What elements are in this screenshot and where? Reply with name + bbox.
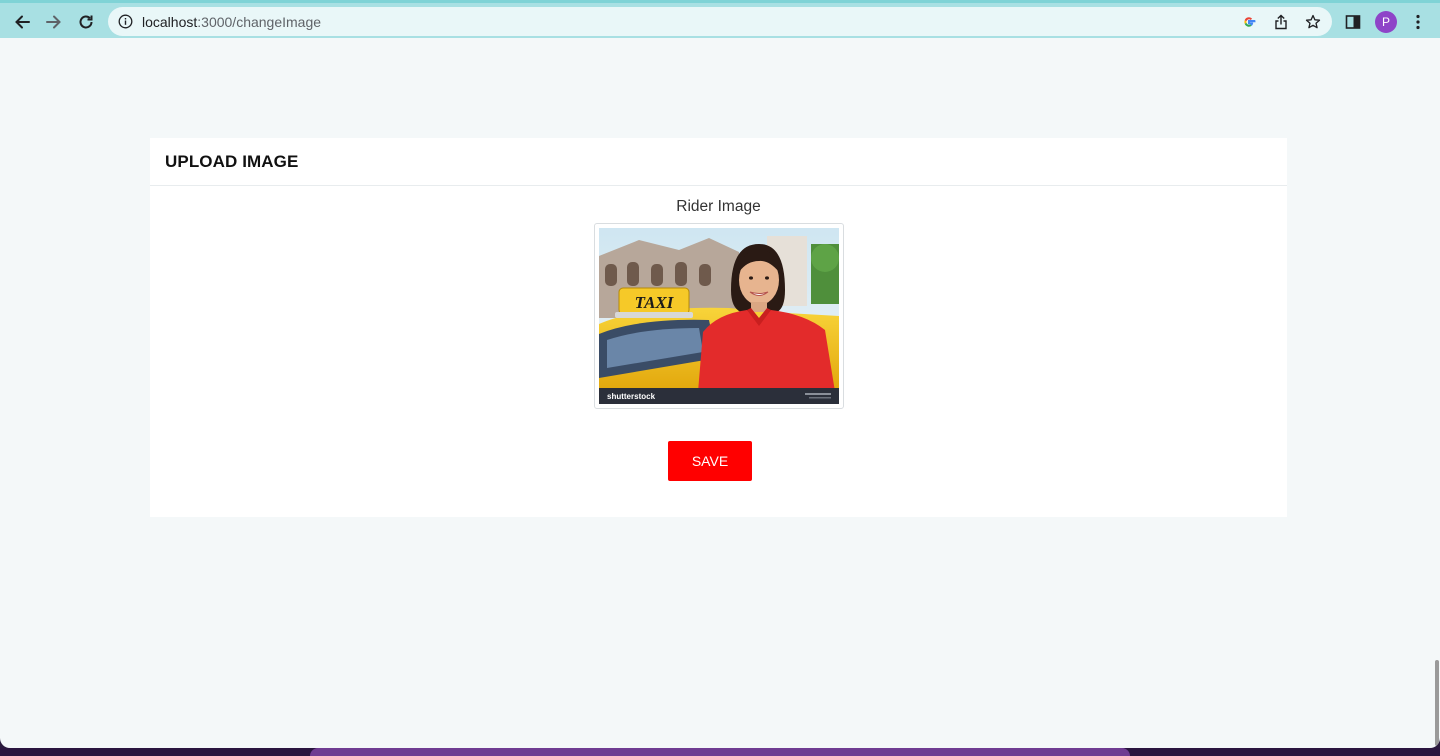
rider-photo: TAXI shutterstock bbox=[599, 228, 839, 404]
url-text[interactable]: localhost:3000/changeImage bbox=[142, 14, 321, 30]
google-icon[interactable] bbox=[1240, 13, 1258, 31]
page-viewport: UPLOAD IMAGE Rider Image TAXI shuttersto… bbox=[0, 38, 1440, 748]
page-title: UPLOAD IMAGE bbox=[165, 151, 299, 171]
browser-toolbar: localhost:3000/changeImage P bbox=[0, 0, 1440, 38]
star-icon[interactable] bbox=[1304, 13, 1322, 31]
menu-icon[interactable] bbox=[1408, 12, 1428, 32]
reload-icon[interactable] bbox=[73, 9, 99, 35]
url-path: :3000/changeImage bbox=[197, 14, 322, 30]
profile-avatar[interactable]: P bbox=[1375, 11, 1397, 33]
share-icon[interactable] bbox=[1272, 13, 1290, 31]
forward-icon[interactable] bbox=[41, 9, 67, 35]
side-panel-icon[interactable] bbox=[1343, 12, 1363, 32]
card-header: UPLOAD IMAGE bbox=[150, 138, 1287, 186]
scrollbar[interactable] bbox=[1435, 660, 1439, 746]
url-host: localhost bbox=[142, 14, 198, 30]
taxi-sign-text: TAXI bbox=[635, 293, 675, 312]
info-icon[interactable] bbox=[118, 14, 133, 34]
address-bar[interactable]: localhost:3000/changeImage bbox=[108, 7, 1332, 36]
dock[interactable] bbox=[310, 748, 1130, 756]
upload-image-card: UPLOAD IMAGE Rider Image TAXI shuttersto… bbox=[150, 138, 1287, 517]
rider-image-label: Rider Image bbox=[676, 198, 761, 215]
back-icon[interactable] bbox=[9, 9, 35, 35]
watermark-text: shutterstock bbox=[607, 392, 656, 401]
save-button[interactable]: SAVE bbox=[668, 441, 752, 481]
rider-image-preview[interactable]: TAXI shutterstock bbox=[594, 223, 844, 409]
